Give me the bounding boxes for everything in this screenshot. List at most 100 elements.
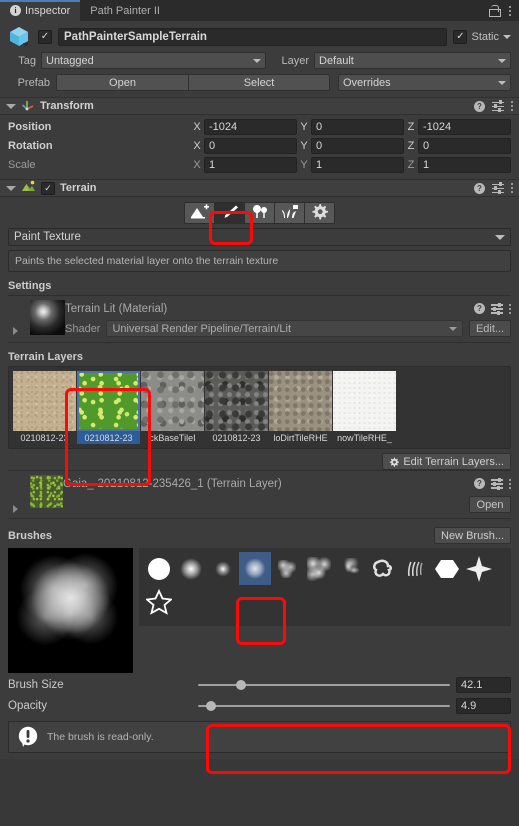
- shader-edit-button[interactable]: Edit...: [469, 320, 511, 337]
- terrain-layer-item[interactable]: ckBaseTileI: [141, 371, 204, 444]
- brush-solid-circle[interactable]: [143, 552, 175, 585]
- paint-trees-tool-button[interactable]: [244, 202, 275, 224]
- scale-y-value: 1: [316, 158, 323, 171]
- object-enabled-checkbox[interactable]: ✓: [38, 30, 52, 44]
- terrain-layer-open-button[interactable]: Open: [469, 496, 511, 513]
- brush-soft-falloff[interactable]: [175, 552, 207, 585]
- help-icon[interactable]: ?: [474, 478, 485, 489]
- brush-noise-cluster[interactable]: [239, 552, 271, 585]
- preset-icon[interactable]: [492, 100, 504, 112]
- kebab-menu-icon[interactable]: [511, 101, 513, 111]
- terrain-settings-tool-button[interactable]: [304, 202, 335, 224]
- scale-x-input[interactable]: 1: [204, 156, 297, 173]
- terrain-layer-detail-name: Gaia_-20210812-235426_1 (Terrain Layer): [63, 477, 282, 490]
- terrain-layer-preview-thumbnail[interactable]: [30, 475, 63, 508]
- kebab-menu-icon[interactable]: [509, 303, 511, 314]
- opacity-value-input[interactable]: 4.9: [456, 698, 511, 714]
- foldout-arrow-icon[interactable]: [6, 185, 16, 191]
- terrain-layer-item[interactable]: nowTileRHE_: [333, 371, 396, 444]
- transform-row-position: Position X -1024 Y 0 Z -1024: [8, 118, 511, 135]
- create-neighbor-terrains-tool-button[interactable]: [184, 202, 215, 224]
- tag-dropdown[interactable]: Untagged: [41, 52, 266, 69]
- brush-size-slider[interactable]: [198, 677, 450, 693]
- static-checkbox[interactable]: ✓: [453, 30, 468, 44]
- scale-x-value: 1: [209, 158, 216, 171]
- material-info: Terrain Lit (Material) ? Shader Universa…: [65, 300, 511, 337]
- preset-icon[interactable]: [492, 182, 504, 194]
- position-x-input[interactable]: -1024: [204, 118, 297, 135]
- kebab-menu-icon[interactable]: [509, 5, 511, 16]
- tab-inspector[interactable]: i Inspector: [0, 0, 81, 21]
- terrain-enabled-checkbox[interactable]: ✓: [41, 181, 55, 195]
- edit-terrain-layers-button[interactable]: Edit Terrain Layers...: [382, 453, 511, 470]
- shader-dropdown[interactable]: Universal Render Pipeline/Terrain/Lit: [106, 320, 463, 337]
- lock-icon[interactable]: [489, 4, 501, 17]
- terrain-layer-item[interactable]: 0210812-23: [205, 371, 268, 444]
- terrain-layer-item[interactable]: 0210812-23: [13, 371, 76, 444]
- axis-x-label: X: [193, 120, 201, 133]
- terrain-layer-item[interactable]: loDirtTileRHE: [269, 371, 332, 444]
- kebab-menu-icon[interactable]: [509, 478, 511, 489]
- brush-splatter-wispy[interactable]: [335, 552, 367, 585]
- terrain-layer-label: nowTileRHE_: [337, 432, 392, 443]
- brush-splatter-small[interactable]: [271, 552, 303, 585]
- slider-knob[interactable]: [205, 701, 216, 711]
- position-y-input[interactable]: 0: [311, 118, 404, 135]
- rotation-x-input[interactable]: 0: [204, 137, 297, 154]
- rotation-label: Rotation: [8, 139, 53, 152]
- brush-star-outline[interactable]: [143, 585, 175, 618]
- object-name-input[interactable]: PathPainterSampleTerrain: [58, 28, 448, 46]
- slider-knob[interactable]: [235, 680, 246, 690]
- help-icon[interactable]: ?: [474, 182, 485, 194]
- brush-splatter-medium[interactable]: [303, 552, 335, 585]
- layer-dropdown[interactable]: Default: [314, 52, 511, 69]
- terrain-paint-mode-value: Paint Texture: [14, 231, 81, 243]
- position-z-input[interactable]: -1024: [418, 118, 511, 135]
- terrain-paint-mode-dropdown[interactable]: Paint Texture: [8, 228, 511, 246]
- kebab-menu-icon[interactable]: [511, 183, 513, 193]
- transform-header-actions: ?: [474, 100, 513, 112]
- new-brush-button[interactable]: New Brush...: [434, 527, 511, 544]
- foldout-arrow-icon[interactable]: [6, 103, 16, 109]
- terrain-layers-strip: 0210812-23 0210812-23 ckBaseTileI 021081…: [8, 366, 511, 449]
- terrain-layer-open-row: Open: [63, 496, 511, 513]
- preset-icon[interactable]: [491, 477, 503, 490]
- terrain-layer-label: 0210812-23: [212, 432, 261, 443]
- brush-six-point-star[interactable]: [463, 552, 495, 585]
- help-icon[interactable]: ?: [474, 100, 485, 112]
- brush-streaks[interactable]: [399, 552, 431, 585]
- transform-component-header[interactable]: Transform ?: [0, 97, 519, 115]
- brush-hexagon[interactable]: [431, 552, 463, 585]
- prefab-open-button[interactable]: Open: [56, 74, 189, 91]
- prefab-overrides-dropdown[interactable]: Overrides: [338, 74, 511, 91]
- terrain-layer-detail-actions: ?: [474, 477, 511, 490]
- static-label: Static: [471, 31, 499, 43]
- preset-icon[interactable]: [491, 302, 503, 315]
- material-sphere-preview[interactable]: [30, 300, 65, 335]
- foldout-arrow-icon[interactable]: [13, 505, 18, 513]
- terrain-component-header[interactable]: ✓ Terrain ?: [0, 179, 519, 197]
- material-preview-wrap: [8, 300, 65, 337]
- tag-label: Tag: [18, 54, 36, 67]
- axis-y-label: Y: [300, 139, 308, 152]
- paint-terrain-tool-button[interactable]: [214, 202, 245, 224]
- paint-details-tool-button[interactable]: [274, 202, 305, 224]
- chevron-down-icon[interactable]: [503, 35, 511, 39]
- brush-organic-blob[interactable]: [367, 552, 399, 585]
- brush-size-value-input[interactable]: 42.1: [456, 677, 511, 693]
- chevron-down-icon: [498, 80, 506, 85]
- axis-z-label: Z: [407, 120, 415, 133]
- foldout-arrow-icon[interactable]: [13, 327, 18, 335]
- tab-path-painter-ii[interactable]: Path Painter II: [80, 0, 170, 21]
- terrain-layer-detail-name-row: Gaia_-20210812-235426_1 (Terrain Layer) …: [63, 475, 511, 492]
- scale-z-input[interactable]: 1: [418, 156, 511, 173]
- brush-small-soft[interactable]: [207, 552, 239, 585]
- opacity-slider[interactable]: [198, 698, 450, 714]
- rotation-y-input[interactable]: 0: [311, 137, 404, 154]
- terrain-layer-thumbnail: [205, 371, 268, 431]
- terrain-layer-item[interactable]: 0210812-23: [77, 371, 140, 444]
- scale-y-input[interactable]: 1: [311, 156, 404, 173]
- help-icon[interactable]: ?: [474, 303, 485, 314]
- rotation-z-input[interactable]: 0: [418, 137, 511, 154]
- prefab-select-button[interactable]: Select: [188, 74, 330, 91]
